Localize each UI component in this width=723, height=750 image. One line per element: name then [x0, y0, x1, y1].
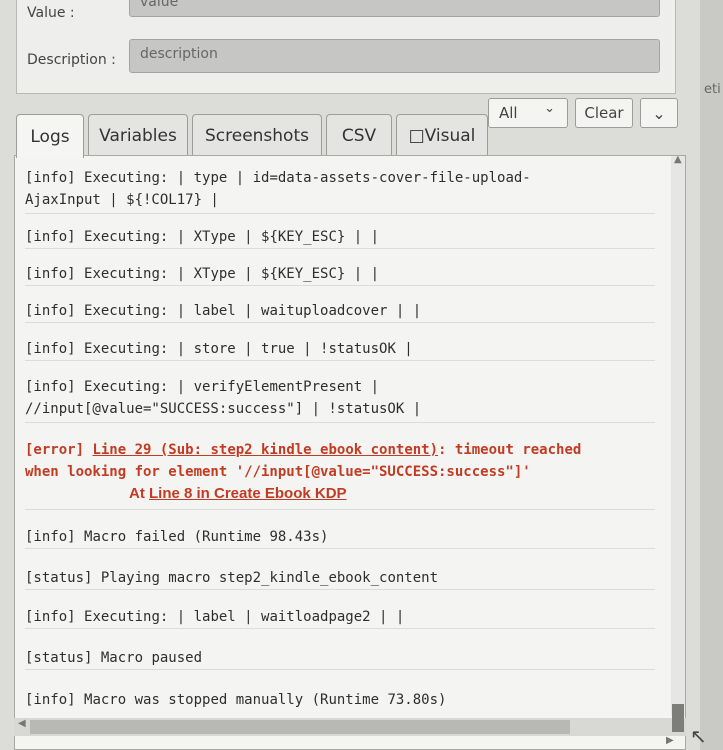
chevron-down-icon: ⌄ — [544, 101, 555, 116]
macro-line-link[interactable]: Line 8 in Create Ebook KDP — [149, 485, 347, 502]
log-entry-error: [error] Line 29 (Sub: step2 kindle ebook… — [25, 439, 655, 510]
log-filter-value: All — [499, 104, 518, 122]
description-label: Description : — [27, 52, 116, 68]
horizontal-scroll-thumb[interactable] — [30, 720, 570, 734]
collapse-button[interactable]: ⌄ — [640, 98, 678, 128]
side-panel-edge — [700, 0, 723, 750]
log-entry: [info] Executing: | verifyElementPresent… — [25, 376, 655, 423]
log-entry: [info] Executing: | label | waitloadpage… — [25, 606, 655, 629]
scroll-left-icon[interactable]: ◀ — [18, 718, 26, 729]
side-panel-text: eti — [704, 82, 721, 97]
log-entry: [info] Executing: | label | waituploadco… — [25, 300, 655, 323]
mouse-cursor-icon: ↖ — [690, 724, 707, 748]
log-panel[interactable]: ▲ [info] Executing: | type | id=data-ass… — [14, 155, 686, 750]
value-field[interactable]: value — [129, 0, 660, 17]
tab-visual[interactable]: □Visual — [396, 114, 488, 156]
description-field[interactable]: description — [129, 39, 660, 73]
log-entry: [info] Macro failed (Runtime 98.43s) — [25, 526, 655, 549]
scroll-right-icon[interactable]: ▶ — [666, 735, 674, 746]
log-entry: [info] Executing: | store | true | !stat… — [25, 338, 655, 361]
tab-screenshots[interactable]: Screenshots — [192, 114, 322, 156]
tab-variables[interactable]: Variables — [88, 114, 188, 156]
log-entry: [status] Playing macro step2_kindle_eboo… — [25, 567, 655, 590]
log-entry: [status] Macro paused — [25, 647, 655, 670]
error-line-link[interactable]: Line 29 (Sub: step2 kindle ebook content… — [92, 442, 438, 458]
scroll-up-icon[interactable]: ▲ — [674, 156, 682, 165]
tab-logs[interactable]: Logs — [16, 114, 84, 158]
chevron-down-icon: ⌄ — [652, 103, 666, 123]
vertical-scroll-thumb[interactable] — [672, 704, 684, 732]
value-label: Value : — [27, 5, 75, 21]
log-entry: [info] Executing: | type | id=data-asset… — [25, 167, 655, 214]
log-entry: [info] Macro was stopped manually (Runti… — [25, 692, 447, 708]
log-entry: [info] Executing: | XType | ${KEY_ESC} |… — [25, 263, 655, 286]
log-filter-select[interactable]: All ⌄ — [488, 98, 568, 128]
command-form: Value : value Description : description — [16, 0, 676, 94]
vertical-scrollbar[interactable] — [671, 156, 685, 716]
clear-button[interactable]: Clear — [575, 98, 633, 128]
log-entry: [info] Executing: | XType | ${KEY_ESC} |… — [25, 226, 655, 249]
tab-csv[interactable]: CSV — [326, 114, 392, 156]
